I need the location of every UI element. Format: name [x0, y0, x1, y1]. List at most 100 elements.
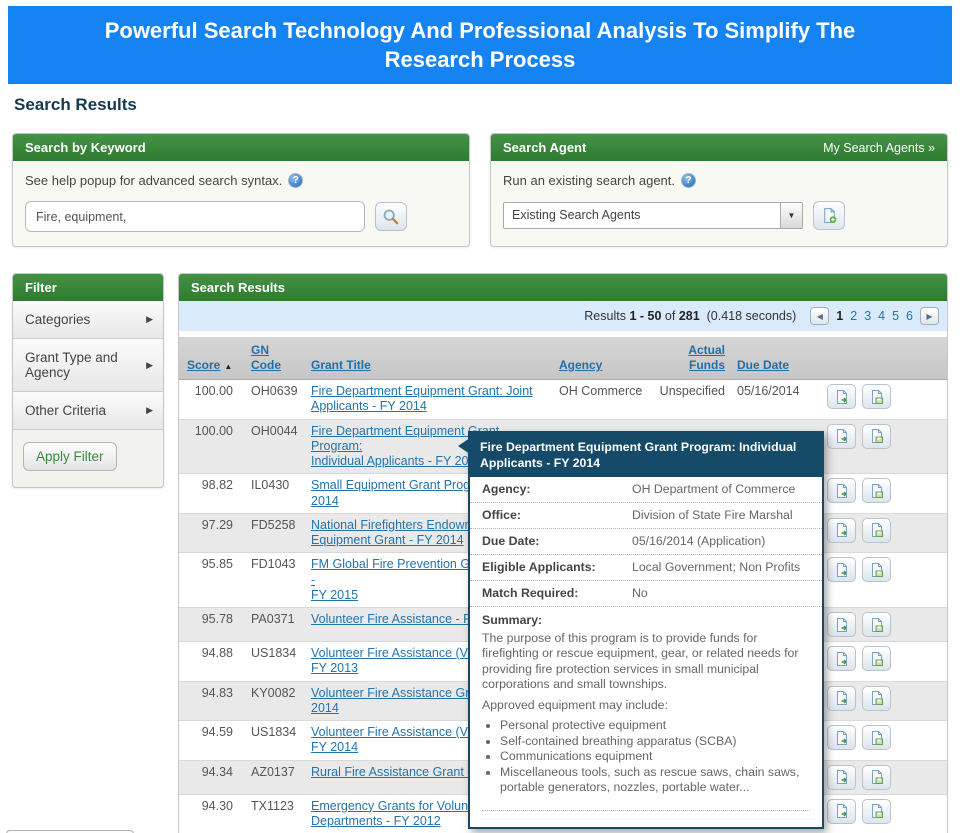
prev-page-button[interactable]: ◀ — [810, 307, 829, 325]
document-save-icon — [869, 730, 885, 746]
keyword-search-input[interactable] — [25, 201, 365, 232]
filter-items: Categories ▶ Grant Type and Agency ▶ Oth… — [13, 301, 163, 430]
filter-panel-title: Filter — [25, 280, 57, 295]
save-grant-button[interactable] — [862, 612, 891, 637]
filter-item-label: Other Criteria — [25, 403, 106, 418]
page-link[interactable]: 2 — [850, 309, 857, 323]
row-score: 94.34 — [179, 761, 243, 794]
banner: Powerful Search Technology And Professio… — [8, 6, 952, 84]
export-grant-button[interactable] — [827, 557, 856, 582]
help-icon[interactable]: ? — [288, 173, 303, 188]
top-panels: Search by Keyword See help popup for adv… — [12, 133, 948, 247]
grant-title-link[interactable]: National Firefighters Endowment Equipmen… — [311, 518, 492, 547]
save-grant-button[interactable] — [862, 799, 891, 824]
save-grant-button[interactable] — [862, 424, 891, 449]
document-save-icon — [869, 690, 885, 706]
tooltip-summary-label: Summary: — [482, 613, 810, 629]
save-grant-button[interactable] — [862, 557, 891, 582]
document-save-icon — [869, 651, 885, 667]
new-search-agent-button[interactable] — [813, 201, 845, 230]
tooltip-bullet-list: Personal protective equipmentSelf-contai… — [486, 718, 810, 796]
export-grant-button[interactable] — [827, 424, 856, 449]
export-grant-button[interactable] — [827, 646, 856, 671]
new-document-icon — [821, 207, 838, 224]
save-grant-button[interactable] — [862, 384, 891, 409]
export-grant-button[interactable] — [827, 686, 856, 711]
row-score: 100.00 — [179, 380, 243, 419]
export-grant-button[interactable] — [827, 725, 856, 750]
agent-panel-header: Search Agent My Search Agents » — [491, 134, 947, 161]
column-gn-code[interactable]: GN Code — [251, 343, 281, 373]
column-grant-title[interactable]: Grant Title — [311, 358, 371, 373]
row-gn-code: AZ0137 — [243, 761, 303, 794]
document-export-icon — [834, 522, 850, 538]
tooltip-field-value: OH Department of Commerce — [632, 482, 810, 497]
export-grant-button[interactable] — [827, 478, 856, 503]
column-score[interactable]: Score — [187, 358, 220, 373]
filter-item[interactable]: Categories ▶ — [13, 301, 163, 339]
tooltip-field-value: 05/16/2014 (Application) — [632, 534, 810, 549]
search-icon — [382, 208, 400, 226]
document-export-icon — [834, 651, 850, 667]
save-grant-button[interactable] — [862, 646, 891, 671]
save-grant-button[interactable] — [862, 725, 891, 750]
agent-panel-title: Search Agent — [503, 140, 586, 155]
row-gn-code: PA0371 — [243, 608, 303, 641]
export-grant-button[interactable] — [827, 612, 856, 637]
document-export-icon — [834, 730, 850, 746]
row-score: 100.00 — [179, 420, 243, 474]
results-panel-title: Search Results — [179, 274, 947, 301]
tooltip-bullet: Self-contained breathing apparatus (SCBA… — [500, 734, 810, 750]
filter-item[interactable]: Grant Type and Agency ▶ — [13, 339, 163, 392]
save-grant-button[interactable] — [862, 765, 891, 790]
page-link[interactable]: 4 — [878, 309, 885, 323]
export-grant-button[interactable] — [827, 384, 856, 409]
document-save-icon — [869, 428, 885, 444]
column-actual-funds[interactable]: Actual Funds — [688, 343, 725, 373]
grant-title-link[interactable]: Fire Department Equipment Grant: Joint A… — [311, 384, 533, 413]
keyword-search-button[interactable] — [375, 202, 407, 231]
column-due-date[interactable]: Due Date — [737, 358, 789, 373]
page-link[interactable]: 6 — [906, 309, 913, 323]
filter-item-label: Categories — [25, 312, 90, 327]
existing-agents-select[interactable]: Existing Search Agents ▼ — [503, 202, 803, 229]
save-grant-button[interactable] — [862, 686, 891, 711]
tooltip-field: Office: Division of State Fire Marshal — [470, 503, 822, 529]
save-grant-button[interactable] — [862, 518, 891, 543]
row-score: 95.85 — [179, 553, 243, 607]
row-gn-code: TX1123 — [243, 795, 303, 833]
document-save-icon — [869, 522, 885, 538]
next-page-button[interactable]: ▶ — [920, 307, 939, 325]
document-export-icon — [834, 617, 850, 633]
tooltip-bullet: Communications equipment — [500, 749, 810, 765]
my-search-agents-link[interactable]: My Search Agents » — [823, 141, 935, 155]
tooltip-field: Agency: OH Department of Commerce — [470, 477, 822, 503]
select-caret-icon[interactable]: ▼ — [780, 203, 802, 228]
page-link[interactable]: 3 — [864, 309, 871, 323]
document-export-icon — [834, 389, 850, 405]
export-grant-button[interactable] — [827, 799, 856, 824]
page-link[interactable]: 5 — [892, 309, 899, 323]
tooltip-field-label: Eligible Applicants: — [482, 560, 632, 575]
export-grant-button[interactable] — [827, 765, 856, 790]
row-score: 94.88 — [179, 642, 243, 681]
help-icon[interactable]: ? — [681, 173, 696, 188]
document-export-icon — [834, 769, 850, 785]
document-save-icon — [869, 562, 885, 578]
document-export-icon — [834, 483, 850, 499]
document-save-icon — [869, 617, 885, 633]
chevron-right-icon: ▶ — [146, 405, 153, 416]
export-grant-button[interactable] — [827, 518, 856, 543]
apply-filter-button[interactable]: Apply Filter — [23, 442, 117, 471]
row-gn-code: FD5258 — [243, 514, 303, 553]
column-agency[interactable]: Agency — [559, 358, 602, 373]
results-info-bar: Results 1 - 50 of 281 (0.418 seconds) ◀ … — [179, 301, 947, 331]
save-grant-button[interactable] — [862, 478, 891, 503]
document-export-icon — [834, 562, 850, 578]
document-export-icon — [834, 690, 850, 706]
tooltip-bullet: Miscellaneous tools, such as rescue saws… — [500, 765, 810, 796]
table-row: 100.00 OH0639 Fire Department Equipment … — [179, 380, 947, 420]
filter-item-label: Grant Type and Agency — [25, 350, 146, 380]
filter-item[interactable]: Other Criteria ▶ — [13, 392, 163, 430]
tooltip-bullet: Personal protective equipment — [500, 718, 810, 734]
